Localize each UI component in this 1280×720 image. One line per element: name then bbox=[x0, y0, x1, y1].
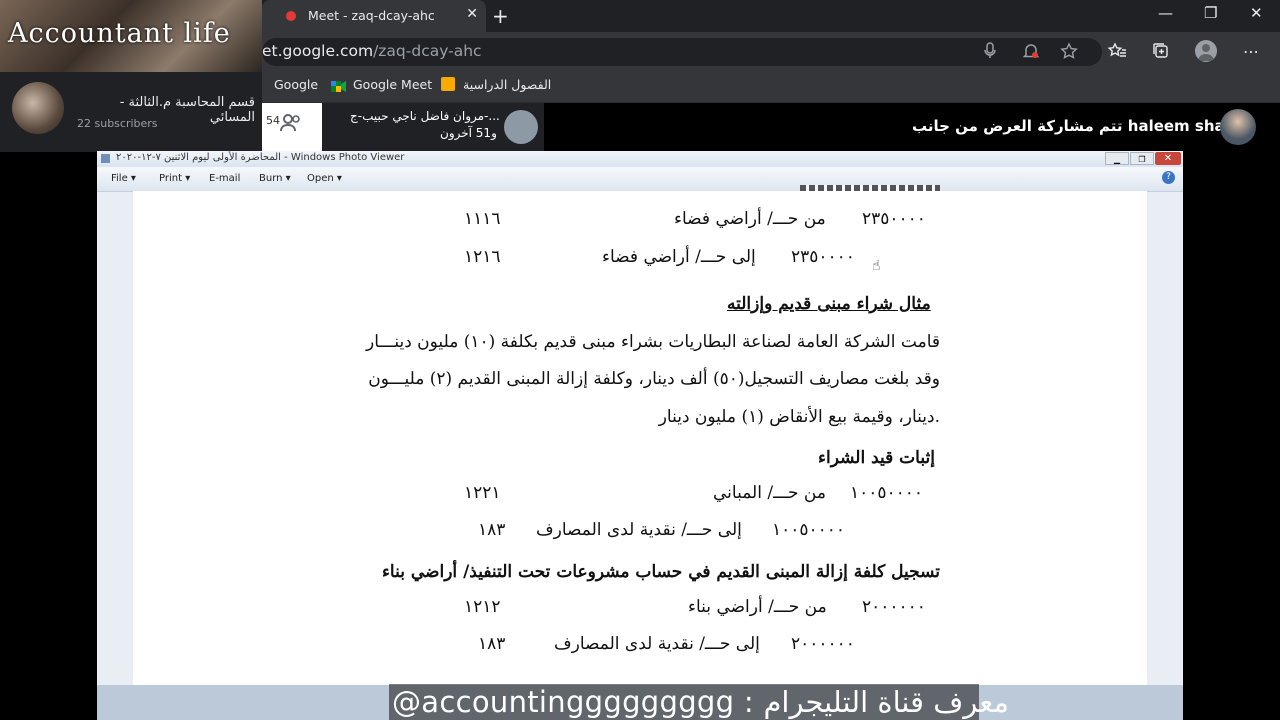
minimize-button[interactable]: — bbox=[1158, 4, 1173, 22]
purchase-heading: إثبات قيد الشراء bbox=[818, 448, 935, 468]
close-tab-icon[interactable]: ✕ bbox=[466, 6, 478, 22]
presenter-avatar bbox=[1220, 109, 1256, 145]
entry-amount: ٢٣٥٠٠٠٠ bbox=[862, 209, 926, 229]
paragraph-line-2: وقد بلغت مصاريف التسجيل(٥٠) ألف دينار، و… bbox=[368, 369, 940, 389]
photo-viewer-maximize-button[interactable]: ❐ bbox=[1130, 152, 1154, 165]
channel-subscribers: 22 subscribers bbox=[77, 117, 158, 130]
pinned-participant-name: مروان فاضل ناجي حبيب-ج-... bbox=[350, 109, 500, 123]
menu-print-label: Print bbox=[159, 173, 183, 184]
classroom-icon bbox=[441, 77, 455, 91]
google-meet-icon bbox=[331, 78, 346, 97]
entry-code: ١٨٣ bbox=[478, 634, 506, 654]
chevron-down-icon: ▾ bbox=[185, 173, 191, 184]
profile-icon[interactable] bbox=[1195, 40, 1217, 62]
more-icon[interactable]: ⋯ bbox=[1243, 42, 1259, 61]
tab-title: Meet - zaq-dcay-ahc bbox=[308, 8, 435, 23]
bookmark-google-meet[interactable]: Google Meet bbox=[353, 77, 432, 92]
menu-burn[interactable]: Burn ▾ bbox=[259, 173, 291, 184]
chevron-down-icon: ▾ bbox=[285, 173, 291, 184]
menu-open[interactable]: Open ▾ bbox=[307, 173, 342, 184]
menu-open-label: Open bbox=[307, 173, 334, 184]
entry-text: من حـــ/ أراضي بناء bbox=[688, 597, 827, 617]
chevron-down-icon: ▾ bbox=[336, 173, 342, 184]
paragraph-line-3: دينار، وقيمة بيع الأنقاض (١) مليون دينار… bbox=[658, 407, 940, 427]
entry-text: من حـــ/ أراضي فضاء bbox=[674, 209, 826, 229]
participant-count: 54 bbox=[266, 114, 280, 127]
mic-icon[interactable] bbox=[983, 42, 997, 64]
entry-code: ١١١٦ bbox=[464, 209, 501, 229]
example-heading: مثال شراء مبنى قديم وإزالته bbox=[727, 294, 931, 314]
bell-icon[interactable] bbox=[1022, 42, 1040, 64]
close-window-button[interactable]: ✕ bbox=[1250, 4, 1263, 22]
bookmark-google[interactable]: Google bbox=[274, 77, 318, 92]
entry-text: إلى حـــ/ أراضي فضاء bbox=[602, 247, 756, 267]
menu-burn-label: Burn bbox=[259, 173, 283, 184]
people-icon bbox=[280, 113, 302, 139]
photo-viewer-app-icon bbox=[101, 154, 110, 163]
chevron-down-icon: ▾ bbox=[130, 173, 136, 184]
favorites-icon[interactable] bbox=[1107, 42, 1127, 64]
channel-banner-text: Accountant life bbox=[8, 18, 231, 49]
help-icon[interactable]: ? bbox=[1162, 171, 1175, 184]
cut-off-heading bbox=[800, 185, 940, 193]
url-host: et.google.com bbox=[262, 42, 374, 60]
entry-amount: ٢٠٠٠٠٠٠ bbox=[791, 634, 855, 654]
recording-icon bbox=[286, 11, 296, 21]
menu-file-label: File bbox=[111, 173, 128, 184]
channel-avatar[interactable] bbox=[12, 82, 64, 134]
menu-print[interactable]: Print ▾ bbox=[159, 173, 190, 184]
entry-code: ١٢١٢ bbox=[464, 597, 501, 617]
url-text[interactable]: et.google.com/zaq-dcay-ahc bbox=[262, 42, 482, 60]
menu-file[interactable]: File ▾ bbox=[111, 173, 136, 184]
hand-cursor-icon: ☝ bbox=[872, 258, 881, 274]
entry-text: من حـــ/ المباني bbox=[713, 483, 826, 503]
presenter-text: تتم مشاركة العرض من جانب haleem shanta bbox=[912, 117, 1253, 135]
maximize-button[interactable]: ❐ bbox=[1204, 4, 1217, 22]
channel-banner: Accountant life bbox=[0, 0, 262, 72]
entry-code: ١٢٢١ bbox=[464, 483, 501, 503]
entry-code: ١٢١٦ bbox=[464, 247, 501, 267]
photo-viewer-title: المحاضرة الأولى ليوم الاثنين ٧-١٢-٢٠٢٠ -… bbox=[116, 152, 405, 163]
entry-code: ١٨٣ bbox=[478, 520, 506, 540]
pinned-participant-avatar bbox=[504, 110, 538, 144]
entry-text: إلى حـــ/ نقدية لدى المصارف bbox=[536, 520, 742, 540]
entry-amount: ٢٠٠٠٠٠٠ bbox=[862, 597, 926, 617]
collections-icon[interactable] bbox=[1152, 42, 1170, 64]
menu-email[interactable]: E-mail bbox=[209, 173, 240, 184]
telegram-banner-text: @accountinggggggggg : معرف قناة التليجرا… bbox=[392, 685, 1009, 719]
star-icon[interactable] bbox=[1060, 42, 1078, 64]
removal-heading: تسجيل كلفة إزالة المبنى القديم في حساب م… bbox=[381, 562, 940, 582]
bookmark-classroom[interactable]: الفصول الدراسية bbox=[463, 77, 551, 92]
url-path: /zaq-dcay-ahc bbox=[373, 42, 482, 60]
paragraph-line-1: قامت الشركة العامة لصناعة البطاريات بشرا… bbox=[366, 332, 940, 352]
pinned-participant-others: و51 آخرون bbox=[440, 126, 497, 140]
new-tab-button[interactable]: + bbox=[492, 4, 509, 28]
tab-meet[interactable]: Meet - zaq-dcay-ahc ✕ bbox=[262, 0, 486, 32]
entry-amount: ١٠٠٥٠٠٠٠ bbox=[772, 520, 846, 540]
photo-viewer-minimize-button[interactable]: ▁ bbox=[1105, 152, 1129, 165]
photo-viewer-close-button[interactable]: ✕ bbox=[1155, 152, 1181, 165]
entry-amount: ٢٣٥٠٠٠٠ bbox=[791, 247, 855, 267]
entry-text: إلى حـــ/ نقدية لدى المصارف bbox=[554, 634, 760, 654]
entry-amount: ١٠٠٥٠٠٠٠ bbox=[850, 483, 924, 503]
